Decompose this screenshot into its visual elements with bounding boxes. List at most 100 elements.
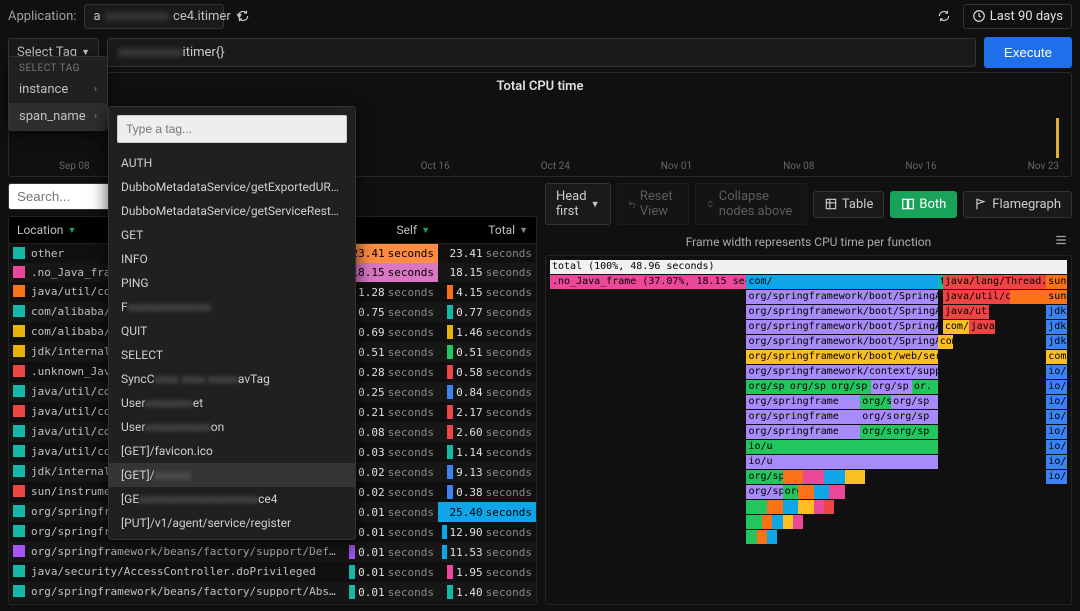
flame-cell[interactable] — [865, 470, 937, 484]
flame-cell[interactable]: org/springframe — [746, 425, 860, 439]
flame-cell[interactable] — [757, 530, 767, 544]
span-option[interactable]: Userxxxxxxxxxxxon — [109, 415, 355, 439]
flame-cell[interactable] — [953, 335, 1046, 349]
tag-item-span_name[interactable]: span_name› — [9, 103, 107, 130]
execute-button[interactable]: Execute — [984, 37, 1072, 68]
flame-cell[interactable] — [550, 350, 746, 364]
refresh-time-button[interactable] — [933, 5, 955, 27]
flame-cell[interactable]: io/g — [1046, 395, 1067, 409]
flame-cell[interactable] — [938, 455, 1047, 469]
flame-cell[interactable]: org/springframework/boot/web/servlet/c — [746, 350, 937, 364]
span-option[interactable]: DubboMetadataService/getServiceRestMetad… — [109, 199, 355, 223]
flame-cell[interactable]: org/sp — [860, 425, 891, 439]
flame-cell[interactable]: org/sp — [891, 425, 938, 439]
flame-cell[interactable] — [550, 515, 746, 529]
flame-cell[interactable]: org/sp — [829, 380, 870, 394]
span-option[interactable]: SyncCxxxx xxxx xxxxxavTag — [109, 367, 355, 391]
reset-view-button[interactable]: Reset View — [617, 183, 690, 225]
span-option[interactable]: Fxxxxxxxxxxxxxx — [109, 295, 355, 319]
span-option[interactable]: DubboMetadataService/getExportedURLs — [109, 175, 355, 199]
time-range-select[interactable]: Last 90 days — [963, 4, 1072, 29]
flame-cell[interactable] — [989, 305, 1046, 319]
flame-cell[interactable]: org/springframework/boot/SpringApplic — [746, 335, 937, 349]
flame-cell[interactable]: io/u — [746, 455, 937, 469]
flame-cell[interactable] — [767, 530, 777, 544]
flame-cell[interactable]: java/lang/Thread.run ( — [943, 275, 1046, 289]
flame-cell[interactable] — [550, 485, 746, 499]
flame-cell[interactable]: java/util/ — [943, 305, 990, 319]
flame-cell[interactable]: sun/ — [1046, 290, 1067, 304]
flame-cell[interactable]: io/ — [1046, 440, 1067, 454]
flame-cell[interactable]: org/sp — [860, 410, 891, 424]
flame-cell[interactable] — [767, 500, 783, 514]
flame-cell[interactable]: org/sp — [871, 380, 912, 394]
flame-cell[interactable] — [762, 515, 772, 529]
flame-cell[interactable]: io/u — [746, 440, 937, 454]
flame-cell[interactable] — [783, 515, 793, 529]
span-option[interactable]: Userxxxxxxxxet — [109, 391, 355, 415]
view-flamegraph-button[interactable]: Flamegraph — [963, 191, 1072, 218]
flame-cell[interactable] — [938, 470, 1047, 484]
flame-cell[interactable] — [550, 320, 746, 334]
span-option[interactable]: [GExxxxxxxxxxxxxxxxxxxxce4 — [109, 487, 355, 511]
flame-cell[interactable]: org/springframework/boot/SpringApplicati… — [746, 305, 937, 319]
flame-cell[interactable]: java/u — [969, 320, 995, 334]
span-option[interactable]: SELECT — [109, 343, 355, 367]
flame-cell[interactable] — [995, 320, 1047, 334]
view-table-button[interactable]: Table — [813, 191, 884, 218]
flame-cell[interactable] — [938, 380, 1047, 394]
flame-cell[interactable] — [550, 410, 746, 424]
flame-cell[interactable]: org/sp — [891, 395, 938, 409]
flame-cell[interactable]: jdk/ — [1046, 320, 1067, 334]
span-option[interactable]: [GET]/xxxxxx — [109, 463, 355, 487]
flame-cell[interactable] — [550, 395, 746, 409]
flame-cell[interactable] — [783, 500, 799, 514]
hamburger-icon[interactable] — [1054, 233, 1068, 250]
flame-cell[interactable] — [550, 530, 746, 544]
view-both-button[interactable]: Both — [890, 191, 957, 218]
span-option[interactable]: INFO — [109, 247, 355, 271]
flame-cell[interactable] — [938, 425, 1047, 439]
flame-cell[interactable] — [938, 350, 1047, 364]
flame-cell[interactable] — [746, 500, 767, 514]
table-row[interactable]: java/security/AccessController.doPrivile… — [9, 562, 536, 582]
tag-item-instance[interactable]: instance› — [9, 76, 107, 103]
flame-cell[interactable] — [814, 500, 824, 514]
flame-cell[interactable] — [829, 485, 845, 499]
flame-cell[interactable] — [550, 500, 746, 514]
flame-cell[interactable]: org/springframe — [746, 410, 860, 424]
span-option[interactable]: GET — [109, 223, 355, 247]
flame-cell[interactable]: java/util/concu — [943, 290, 1010, 304]
flame-cell[interactable]: io/g — [1046, 365, 1067, 379]
flame-cell[interactable] — [550, 470, 746, 484]
flame-cell[interactable]: org/sp — [860, 395, 891, 409]
flame-cell[interactable] — [1010, 290, 1046, 304]
flame-cell[interactable]: com/ — [1046, 350, 1067, 364]
flame-cell[interactable] — [550, 305, 746, 319]
flame-cell[interactable] — [845, 470, 866, 484]
flame-cell[interactable]: jdk/ — [1046, 305, 1067, 319]
flame-cell[interactable] — [814, 485, 830, 499]
flame-cell[interactable] — [550, 290, 746, 304]
flame-cell[interactable]: org/sp — [891, 410, 938, 424]
head-first-select[interactable]: Head first▼ — [545, 183, 611, 225]
flame-cell[interactable] — [803, 470, 824, 484]
flamegraph[interactable]: total (100%, 48.96 seconds).no_Java_fram… — [545, 255, 1072, 605]
flame-cell[interactable] — [938, 410, 1047, 424]
flame-cell[interactable] — [938, 395, 1047, 409]
flame-cell[interactable] — [845, 485, 938, 499]
flame-cell[interactable]: org — [783, 485, 799, 499]
flame-cell[interactable] — [772, 515, 782, 529]
flame-cell[interactable] — [824, 470, 845, 484]
table-row[interactable]: org/springframework/beans/factory/suppor… — [9, 582, 536, 602]
flame-cell[interactable]: io/ — [1046, 470, 1067, 484]
flame-cell[interactable]: sun/ — [1046, 275, 1067, 289]
flame-cell[interactable] — [746, 515, 762, 529]
flame-cell[interactable] — [550, 440, 746, 454]
col-total[interactable]: Total▼ — [438, 217, 536, 243]
flame-cell[interactable]: jdk/ — [1046, 335, 1067, 349]
refresh-app-button[interactable] — [232, 5, 254, 27]
span-option[interactable]: PING — [109, 271, 355, 295]
flame-cell[interactable] — [798, 485, 814, 499]
flame-cell[interactable]: or. — [912, 380, 938, 394]
